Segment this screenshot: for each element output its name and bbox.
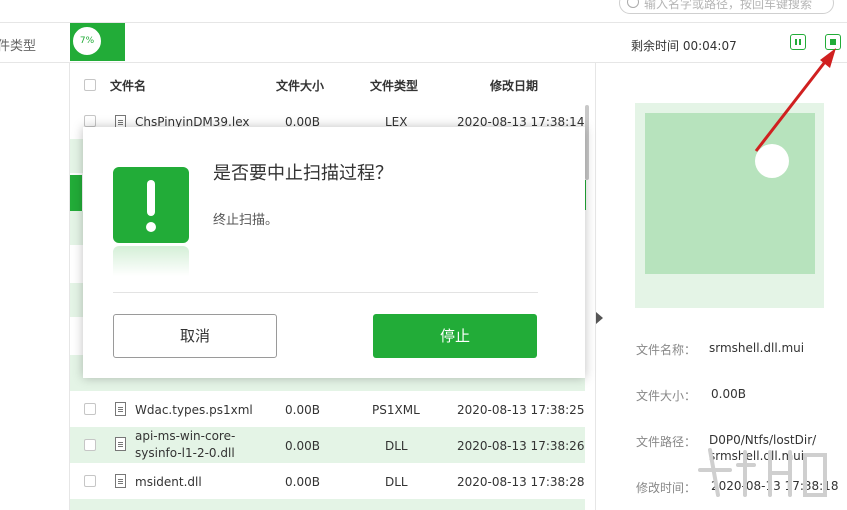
search-input[interactable]: 输入名字或路径，按回车键搜索 [619, 0, 834, 14]
dialog-divider [113, 292, 538, 293]
selected-row-marker [70, 175, 82, 211]
column-header-name[interactable]: 文件名 [110, 77, 146, 94]
warning-icon-reflection [113, 246, 189, 276]
row-checkbox[interactable] [84, 439, 96, 451]
preview-path-label: 文件路径： [636, 435, 697, 449]
column-header-size[interactable]: 文件大小 [276, 77, 324, 94]
stop-scan-button[interactable]: 停止 [373, 314, 537, 358]
preview-name-label: 文件名称： [636, 343, 697, 357]
warning-icon-dot [146, 222, 156, 232]
file-type: PS1XML [372, 403, 420, 417]
file-type-filter-label[interactable]: 件类型 [0, 35, 36, 54]
preview-name-value: srmshell.dll.mui [709, 341, 805, 355]
file-size: 0.00B [285, 475, 320, 489]
file-name-line2: sysinfo-l1-2-0.dll [135, 446, 235, 460]
select-all-checkbox[interactable] [84, 79, 96, 91]
watermark-logo [698, 448, 827, 497]
row-checkbox[interactable] [84, 403, 96, 415]
file-icon [115, 402, 126, 416]
expand-arrow-icon[interactable] [596, 312, 603, 324]
cancel-button[interactable]: 取消 [113, 314, 277, 358]
dll-file-icon [115, 437, 126, 451]
file-date: 2020-08-13 17:38:25 [457, 403, 585, 417]
file-date: 2020-08-13 17:38:28 [457, 475, 585, 489]
table-scrollbar[interactable] [585, 105, 589, 180]
file-name: Wdac.types.ps1xml [135, 403, 253, 417]
preview-size-value: 0.00B [711, 387, 746, 401]
scan-progress-ring: 7% [73, 27, 101, 55]
file-size: 0.00B [285, 403, 320, 417]
file-type: DLL [385, 475, 408, 489]
file-date: 2020-08-13 17:38:26 [457, 439, 585, 453]
column-header-type[interactable]: 文件类型 [370, 77, 418, 94]
dialog-title: 是否要中止扫描过程？ [213, 163, 393, 184]
preview-date-label: 修改时间： [636, 481, 697, 495]
annotation-arrow [754, 48, 836, 152]
file-name-line1: api-ms-win-core- [135, 429, 236, 443]
table-row[interactable] [70, 499, 585, 510]
column-header-date[interactable]: 修改日期 [490, 77, 538, 94]
pane-splitter[interactable] [595, 62, 596, 510]
remaining-time: 剩余时间 00:04:07 [631, 39, 737, 53]
dll-file-icon [115, 474, 126, 488]
status-divider [0, 62, 847, 63]
row-checkbox[interactable] [84, 475, 96, 487]
file-type: DLL [385, 439, 408, 453]
file-name: msident.dll [135, 475, 202, 489]
row-checkbox[interactable] [84, 115, 96, 127]
dialog-message: 终止扫描。 [213, 213, 279, 228]
file-size: 0.00B [285, 439, 320, 453]
top-divider [0, 22, 847, 23]
warning-icon-bar [147, 180, 155, 216]
preview-size-label: 文件大小： [636, 389, 697, 403]
